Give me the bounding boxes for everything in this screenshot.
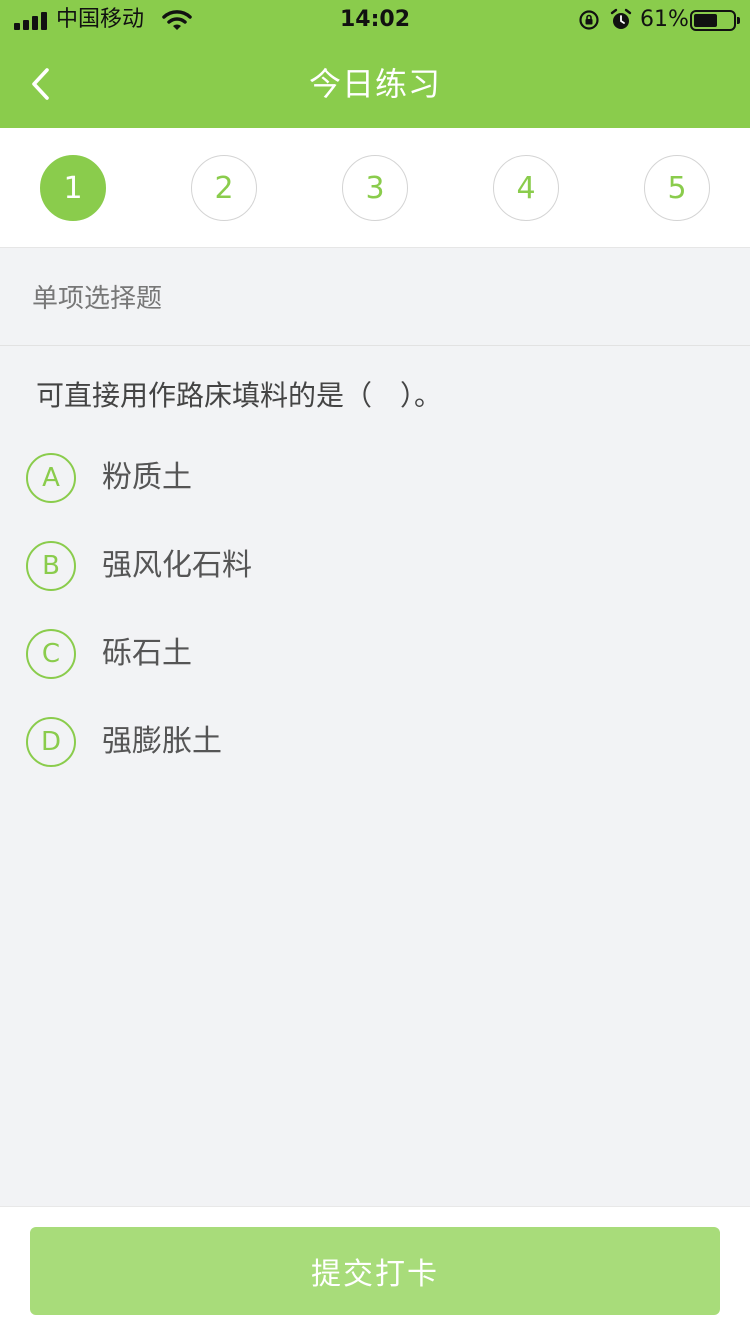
option-letter-badge: D bbox=[26, 717, 76, 767]
battery-icon bbox=[690, 10, 740, 31]
step-tab-1[interactable]: 1 bbox=[40, 155, 106, 221]
option-a[interactable]: A 粉质土 bbox=[26, 448, 726, 508]
option-text: 强膨胀土 bbox=[102, 724, 222, 759]
submit-checkin-button[interactable]: 提交打卡 bbox=[30, 1227, 720, 1315]
question-type-header: 单项选择题 bbox=[0, 248, 750, 346]
step-tab-3[interactable]: 3 bbox=[342, 155, 408, 221]
step-tab-2[interactable]: 2 bbox=[191, 155, 257, 221]
option-text: 砾石土 bbox=[102, 636, 192, 671]
bottom-bar: 提交打卡 bbox=[0, 1206, 750, 1334]
status-bar: 中国移动 14:02 61% bbox=[0, 0, 750, 40]
battery-percentage: 61% bbox=[640, 7, 689, 32]
option-b[interactable]: B 强风化石料 bbox=[26, 536, 726, 596]
option-text: 强风化石料 bbox=[102, 548, 252, 583]
question-step-tabs: 1 2 3 4 5 bbox=[0, 128, 750, 248]
option-c[interactable]: C 砾石土 bbox=[26, 624, 726, 684]
question-text: 可直接用作路床填料的是（ ）。 bbox=[36, 379, 443, 412]
practice-screen: 中国移动 14:02 61% 今日练习 1 2 3 4 5 单项选择题 可直接用… bbox=[0, 0, 750, 1334]
step-tab-5[interactable]: 5 bbox=[644, 155, 710, 221]
option-text: 粉质土 bbox=[102, 460, 192, 495]
option-letter-badge: A bbox=[26, 453, 76, 503]
battery-level-fill bbox=[694, 14, 717, 27]
page-title: 今日练习 bbox=[308, 65, 441, 103]
question-type-label: 单项选择题 bbox=[32, 284, 163, 314]
step-tab-4[interactable]: 4 bbox=[493, 155, 559, 221]
clock: 14:02 bbox=[339, 7, 411, 32]
option-letter-badge: C bbox=[26, 629, 76, 679]
option-d[interactable]: D 强膨胀土 bbox=[26, 712, 726, 772]
alarm-icon bbox=[610, 8, 632, 29]
option-letter-badge: B bbox=[26, 541, 76, 591]
rotation-lock-icon bbox=[579, 10, 599, 30]
header: 中国移动 14:02 61% 今日练习 bbox=[0, 0, 750, 128]
